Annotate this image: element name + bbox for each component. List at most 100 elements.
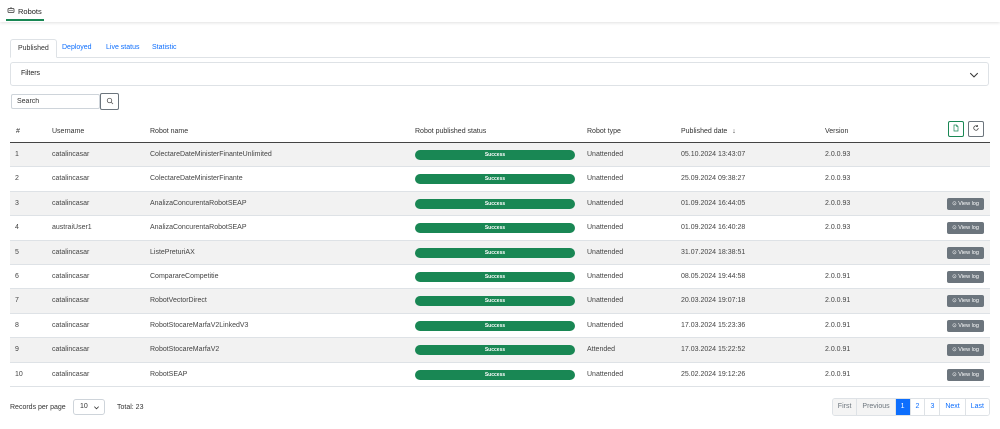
table-row[interactable]: 5 catalincasar ListePreturiAX Success Un… xyxy=(10,240,990,265)
export-button[interactable] xyxy=(948,121,964,137)
header-status[interactable]: Robot published status xyxy=(415,128,486,135)
file-icon xyxy=(952,124,960,134)
header-username[interactable]: Username xyxy=(52,128,84,135)
header-number: # xyxy=(16,128,20,135)
status-badge: Success xyxy=(415,345,575,356)
header-published-date[interactable]: Published date ↓ xyxy=(681,128,736,135)
table-row[interactable]: 6 catalincasar ComparareCompetitie Succe… xyxy=(10,265,990,290)
view-log-button[interactable]: ⊙ View log xyxy=(947,197,984,210)
cell-published-date: 17.03.2024 15:22:52 xyxy=(681,346,746,354)
cell-version: 2.0.0.93 xyxy=(825,224,851,232)
cell-number: 5 xyxy=(15,248,19,256)
records-per-page-select[interactable]: 10 xyxy=(73,399,105,415)
view-log-label: View log xyxy=(958,273,979,280)
status-badge: Success xyxy=(415,296,575,307)
view-log-label: View log xyxy=(958,249,979,256)
tab-published[interactable]: Published xyxy=(10,39,57,58)
cell-username: catalincasar xyxy=(52,297,90,305)
cell-version: 2.0.0.93 xyxy=(825,175,851,183)
cell-version: 2.0.0.91 xyxy=(825,272,851,280)
cell-robot-type: Unattended xyxy=(587,370,624,378)
view-log-button[interactable]: ⊙ View log xyxy=(947,295,984,308)
table-row[interactable]: 2 catalincasar ColectareDateMinisterFina… xyxy=(10,167,990,192)
header-version[interactable]: Version xyxy=(825,128,848,135)
cell-number: 10 xyxy=(15,370,23,378)
cell-robot-name: RobotStocareMarfaV2LinkedV3 xyxy=(150,321,249,329)
cell-username: catalincasar xyxy=(52,272,90,280)
status-badge: Success xyxy=(415,198,575,209)
pager-page-1[interactable]: 1 xyxy=(895,399,911,415)
header-published-date-label: Published date xyxy=(681,128,728,135)
table-row[interactable]: 1 catalincasar ColectareDateMinisterFina… xyxy=(10,143,990,168)
header-robot-type[interactable]: Robot type xyxy=(587,128,621,135)
pager-first[interactable]: First xyxy=(832,399,858,415)
cell-robot-type: Unattended xyxy=(587,199,624,207)
view-log-label: View log xyxy=(958,225,979,232)
cell-number: 7 xyxy=(15,297,19,305)
cell-published-date: 25.02.2024 19:12:26 xyxy=(681,370,746,378)
table-row[interactable]: 9 catalincasar RobotStocareMarfaV2 Succe… xyxy=(10,338,990,363)
cell-version: 2.0.0.91 xyxy=(825,297,851,305)
pager-next[interactable]: Next xyxy=(940,399,966,415)
status-badge: Success xyxy=(415,320,575,331)
header-robot-name[interactable]: Robot name xyxy=(150,128,188,135)
cell-number: 1 xyxy=(15,151,19,158)
status-badge: Success xyxy=(415,223,575,234)
cell-robot-name: ComparareCompetitie xyxy=(150,272,219,280)
search-button[interactable] xyxy=(100,93,119,110)
cell-number: 2 xyxy=(15,175,19,183)
pager-page-2[interactable]: 2 xyxy=(910,399,926,415)
chevron-down-icon[interactable] xyxy=(969,70,979,80)
pager-previous[interactable]: Previous xyxy=(857,399,896,415)
view-log-button[interactable]: ⊙ View log xyxy=(947,344,984,357)
cell-version: 2.0.0.91 xyxy=(825,346,851,354)
status-badge: Success xyxy=(415,150,575,160)
pager-last[interactable]: Last xyxy=(965,399,989,415)
cell-published-date: 25.09.2024 09:38:27 xyxy=(681,175,746,183)
view-log-button[interactable]: ⊙ View log xyxy=(947,246,984,259)
cell-username: catalincasar xyxy=(52,151,90,158)
cell-version: 2.0.0.93 xyxy=(825,199,851,207)
cell-number: 9 xyxy=(15,346,19,354)
robot-icon xyxy=(7,6,15,16)
refresh-button[interactable] xyxy=(968,121,984,137)
table-row[interactable]: 3 catalincasar AnalizaConcurentaRobotSEA… xyxy=(10,191,990,217)
view-log-button[interactable]: ⊙ View log xyxy=(947,319,984,332)
view-log-button[interactable]: ⊙ View log xyxy=(947,368,984,381)
cell-number: 3 xyxy=(15,199,19,207)
robots-app-tab[interactable]: Robots xyxy=(6,6,44,21)
cell-robot-type: Attended xyxy=(587,346,616,354)
view-log-label: View log xyxy=(958,322,979,329)
cell-username: catalincasar xyxy=(52,199,90,207)
pagination: First Previous 1 2 3 Next Last xyxy=(831,398,990,416)
view-log-label: View log xyxy=(958,347,979,354)
cell-username: catalincasar xyxy=(52,175,90,183)
cell-username: catalincasar xyxy=(52,346,90,354)
filters-accordion[interactable]: Filters xyxy=(10,62,989,86)
cell-published-date: 05.10.2024 13:43:07 xyxy=(681,151,746,158)
table-row[interactable]: 7 catalincasar RobotVectorDirect Success… xyxy=(10,289,990,314)
cell-robot-type: Unattended xyxy=(587,297,624,305)
refresh-icon xyxy=(972,124,980,134)
top-bar: Robots xyxy=(0,0,1000,22)
tab-deployed[interactable]: Deployed xyxy=(55,39,99,58)
view-log-label: View log xyxy=(958,200,979,207)
cell-robot-type: Unattended xyxy=(587,224,624,232)
table-row[interactable]: 4 austraiUser1 AnalizaConcurentaRobotSEA… xyxy=(10,216,990,241)
tab-statistic[interactable]: Statistic xyxy=(145,39,184,58)
table-row[interactable]: 8 catalincasar RobotStocareMarfaV2Linked… xyxy=(10,314,990,339)
cell-robot-name: ListePreturiAX xyxy=(150,248,195,256)
cell-robot-name: AnalizaConcurentaRobotSEAP xyxy=(150,199,247,207)
active-tab-indicator xyxy=(6,19,44,21)
cell-robot-name: RobotStocareMarfaV2 xyxy=(150,346,220,354)
search-input[interactable] xyxy=(11,94,100,109)
total-count: Total: 23 xyxy=(117,404,144,411)
table-row[interactable]: 10 catalincasar RobotSEAP Success Unatte… xyxy=(10,363,990,387)
cell-username: catalincasar xyxy=(52,370,90,378)
status-badge: Success xyxy=(415,369,575,380)
tab-live-status[interactable]: Live status xyxy=(99,39,146,58)
view-log-button[interactable]: ⊙ View log xyxy=(947,222,984,235)
view-log-button[interactable]: ⊙ View log xyxy=(947,270,984,283)
pager-page-3[interactable]: 3 xyxy=(925,399,941,415)
cell-robot-type: Unattended xyxy=(587,248,624,256)
